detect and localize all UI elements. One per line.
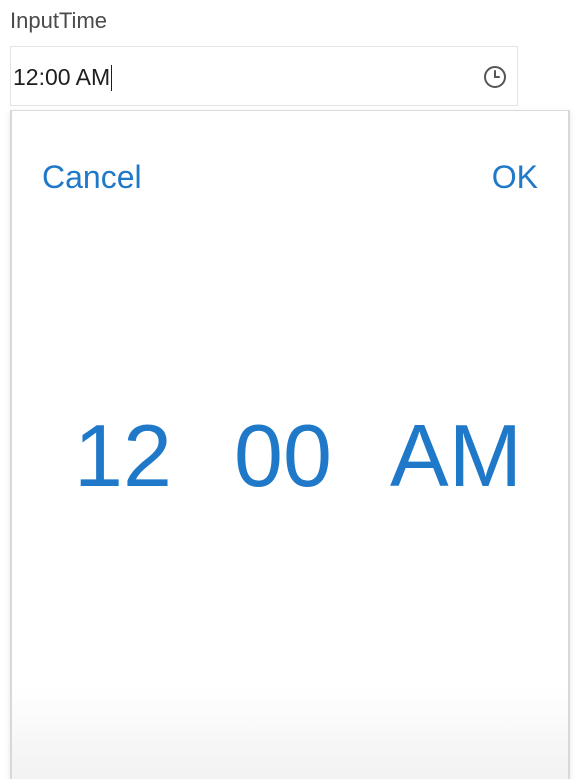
minute-wheel[interactable]: 00 [234,406,332,506]
time-picker-popup: Cancel OK 12 00 AM [10,110,570,779]
time-input-value[interactable]: 12:00 AM [13,63,113,91]
time-input[interactable]: 12:00 AM [10,46,518,106]
clock-icon[interactable] [483,65,507,89]
time-input-text: 12:00 AM [13,64,111,90]
page: InputTime 12:00 AM Cancel OK 12 00 AM [0,0,579,779]
cancel-button[interactable]: Cancel [42,159,142,196]
hour-wheel[interactable]: 12 [74,406,172,506]
ok-button[interactable]: OK [492,159,538,196]
time-wheel-row: 12 00 AM [12,406,568,516]
field-label: InputTime [10,8,108,33]
period-wheel[interactable]: AM [390,406,522,506]
text-caret [111,65,113,91]
